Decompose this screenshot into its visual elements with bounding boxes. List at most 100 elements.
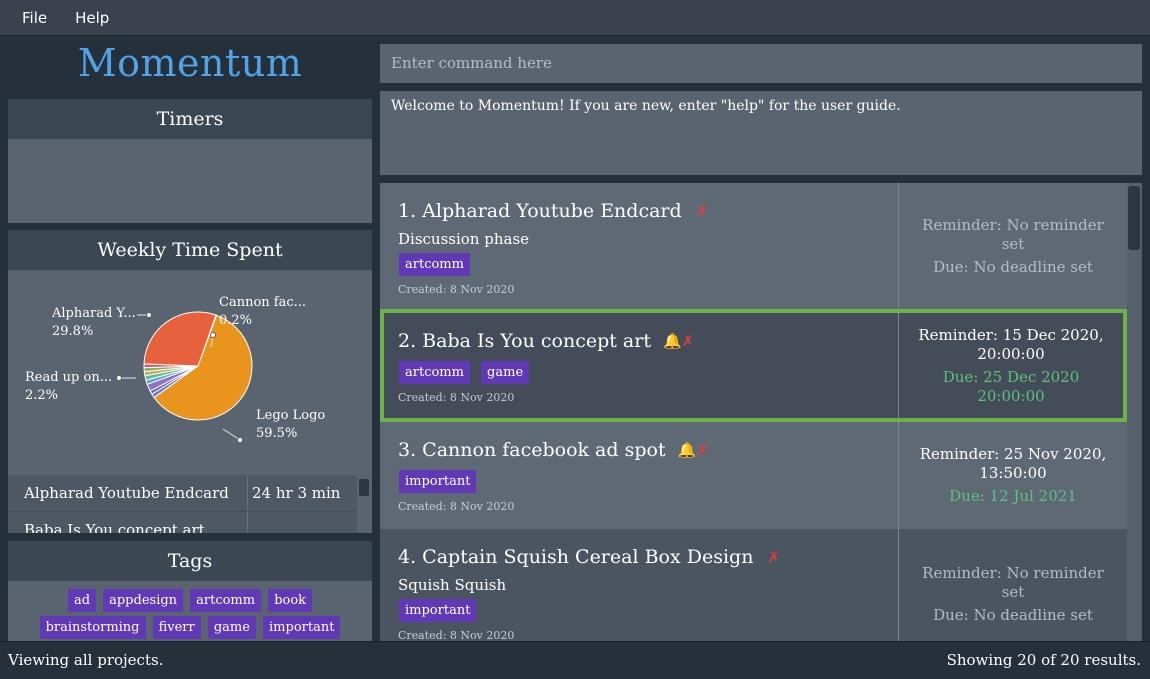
app-title: Momentum bbox=[77, 41, 303, 85]
tag-chip: game bbox=[481, 361, 530, 384]
menu-help[interactable]: Help bbox=[64, 9, 120, 27]
time-row-name: Alpharad Youtube Endcard bbox=[8, 475, 248, 511]
time-row-duration: 24 hr 3 min bbox=[252, 484, 341, 502]
project-due: Due: No deadline set bbox=[933, 605, 1093, 624]
project-card-side: Reminder: 15 Dec 2020, 20:00:00 Due: 25 … bbox=[898, 313, 1123, 418]
command-input[interactable]: Enter command here bbox=[380, 44, 1142, 83]
tags-header: Tags bbox=[8, 541, 372, 581]
tag-chip[interactable]: ad bbox=[67, 589, 97, 612]
tags-panel: Tags ad appdesign artcomm book brainstor… bbox=[8, 541, 372, 641]
project-card-selected[interactable]: 2. Baba Is You concept art 🔔 ✗ artcomm ga… bbox=[380, 309, 1127, 422]
project-card-main: 1. Alpharad Youtube Endcard ✗ Discussion… bbox=[380, 183, 898, 309]
project-created: Created: 8 Nov 2020 bbox=[398, 391, 515, 404]
project-due: Due: No deadline set bbox=[933, 257, 1093, 276]
tag-chip: important bbox=[399, 470, 477, 493]
tag-chip: important bbox=[399, 599, 477, 622]
tag-chip[interactable]: artcomm bbox=[190, 589, 262, 612]
project-list[interactable]: 1. Alpharad Youtube Endcard ✗ Discussion… bbox=[380, 183, 1142, 641]
tag-chip[interactable]: important bbox=[263, 616, 341, 639]
pie-marker bbox=[210, 332, 216, 338]
project-reminder: Reminder: 25 Nov 2020, 13:50:00 bbox=[919, 445, 1107, 482]
tag-chip: artcomm bbox=[399, 361, 470, 384]
project-title-text: 1. Alpharad Youtube Endcard bbox=[398, 200, 682, 222]
status-left: Viewing all projects. bbox=[8, 651, 164, 669]
timers-panel: Timers bbox=[8, 99, 372, 223]
project-title: 3. Cannon facebook ad spot 🔔 ✗ bbox=[398, 438, 880, 462]
tag-chip: artcomm bbox=[399, 253, 470, 276]
project-description: Discussion phase bbox=[398, 230, 530, 248]
project-due: Due: 25 Dec 2020 20:00:00 bbox=[942, 367, 1080, 405]
project-card[interactable]: 3. Cannon facebook ad spot 🔔 ✗ important … bbox=[380, 422, 1127, 529]
project-title-text: 2. Baba Is You concept art bbox=[398, 330, 651, 352]
pie-label-percent: 59.5% bbox=[256, 426, 298, 441]
tag-chip[interactable]: book bbox=[268, 589, 313, 612]
project-title-text: 4. Captain Squish Cereal Box Design bbox=[398, 546, 754, 568]
table-row[interactable]: Alpharad Youtube Endcard 24 hr 3 min bbox=[8, 475, 357, 512]
bell-icon: 🔔 bbox=[662, 332, 682, 350]
bell-icon: 🔔 bbox=[677, 441, 697, 459]
weekly-body: Alpharad Y... 29.8% Cannon fac... 0.2% R… bbox=[8, 270, 372, 533]
tag-chip[interactable]: brainstorming bbox=[39, 616, 146, 639]
project-tags: artcomm bbox=[398, 253, 880, 280]
weekly-time-panel: Weekly Time Spent Alpharad Y... 29.8% Ca… bbox=[8, 230, 372, 533]
project-card-side: Reminder: 25 Nov 2020, 13:50:00 Due: 12 … bbox=[898, 422, 1127, 529]
project-due: Due: 12 Jul 2021 bbox=[949, 487, 1077, 505]
time-row-duration bbox=[248, 512, 357, 533]
x-icon: ✗ bbox=[767, 548, 781, 566]
project-card-main: 2. Baba Is You concept art 🔔 ✗ artcomm ga… bbox=[384, 313, 898, 418]
tag-chip[interactable]: fiverr bbox=[152, 616, 201, 639]
pie-label-name: Lego Logo bbox=[256, 408, 326, 423]
project-reminder: Reminder: No reminder set bbox=[922, 215, 1104, 253]
time-table-scrollbar[interactable] bbox=[359, 479, 369, 496]
project-card[interactable]: 1. Alpharad Youtube Endcard ✗ Discussion… bbox=[380, 183, 1127, 309]
pie-label-alpharad: Alpharad Y... 29.8% bbox=[52, 305, 136, 341]
pie-label-percent: 29.8% bbox=[52, 324, 94, 339]
timers-header: Timers bbox=[8, 99, 372, 139]
weekly-header: Weekly Time Spent bbox=[8, 230, 372, 270]
pie-label-percent: 0.2% bbox=[219, 313, 253, 328]
project-title-text: 3. Cannon facebook ad spot bbox=[398, 439, 666, 461]
x-icon: ✗ bbox=[681, 332, 695, 350]
time-row-name: Baba Is You concept art bbox=[8, 512, 248, 533]
pie-marker bbox=[116, 375, 122, 381]
project-card-side: Reminder: No reminder set Due: No deadli… bbox=[898, 183, 1127, 309]
pie-label-name: Cannon fac... bbox=[219, 295, 307, 310]
project-created: Created: 8 Nov 2020 bbox=[398, 629, 515, 641]
left-column: Momentum Timers Weekly Time Spent Alphar… bbox=[0, 37, 380, 641]
x-icon: ✗ bbox=[695, 202, 709, 220]
menu-file[interactable]: File bbox=[11, 9, 58, 27]
pie-label-cannon: Cannon fac... 0.2% bbox=[219, 294, 306, 330]
project-title: 1. Alpharad Youtube Endcard ✗ bbox=[398, 199, 880, 223]
tags-body: ad appdesign artcomm book brainstorming … bbox=[8, 581, 372, 641]
project-created: Created: 8 Nov 2020 bbox=[398, 283, 515, 296]
x-icon: ✗ bbox=[696, 441, 709, 459]
project-created: Created: 8 Nov 2020 bbox=[398, 500, 515, 513]
table-row[interactable]: Baba Is You concept art bbox=[8, 512, 357, 533]
status-bar: Viewing all projects. Showing 20 of 20 r… bbox=[0, 641, 1150, 679]
status-right: Showing 20 of 20 results. bbox=[946, 651, 1141, 669]
project-tags: important bbox=[398, 470, 880, 497]
result-display: Welcome to Momentum! If you are new, ent… bbox=[380, 91, 1142, 175]
project-reminder: Reminder: No reminder set bbox=[922, 563, 1104, 601]
pie-label-name: Alpharad Y... bbox=[52, 306, 136, 321]
project-card[interactable]: 4. Captain Squish Cereal Box Design ✗ Sq… bbox=[380, 529, 1127, 641]
pie-label-percent: 2.2% bbox=[25, 388, 59, 403]
project-tags: artcomm game bbox=[398, 361, 880, 388]
project-description: Squish Squish bbox=[398, 576, 507, 594]
project-card-main: 4. Captain Squish Cereal Box Design ✗ Sq… bbox=[380, 529, 898, 641]
menu-bar: File Help bbox=[0, 0, 1150, 36]
tag-chip[interactable]: game bbox=[207, 616, 256, 639]
project-title: 2. Baba Is You concept art 🔔 ✗ bbox=[398, 329, 880, 353]
timers-body bbox=[8, 139, 372, 223]
time-spent-table[interactable]: Alpharad Youtube Endcard 24 hr 3 min Bab… bbox=[8, 475, 357, 533]
pie-marker bbox=[237, 437, 243, 443]
project-title: 4. Captain Squish Cereal Box Design ✗ bbox=[398, 545, 880, 569]
tag-chip[interactable]: appdesign bbox=[103, 589, 184, 612]
project-list-scrollbar[interactable] bbox=[1128, 186, 1140, 250]
pie-label-name: Read up on... bbox=[25, 370, 113, 385]
project-reminder: Reminder: 15 Dec 2020, 20:00:00 bbox=[918, 325, 1104, 363]
project-card-main: 3. Cannon facebook ad spot 🔔 ✗ important … bbox=[380, 422, 898, 529]
project-card-side: Reminder: No reminder set Due: No deadli… bbox=[898, 529, 1127, 641]
pie-label-lego: Lego Logo 59.5% bbox=[256, 407, 325, 443]
pie-marker bbox=[146, 312, 152, 318]
